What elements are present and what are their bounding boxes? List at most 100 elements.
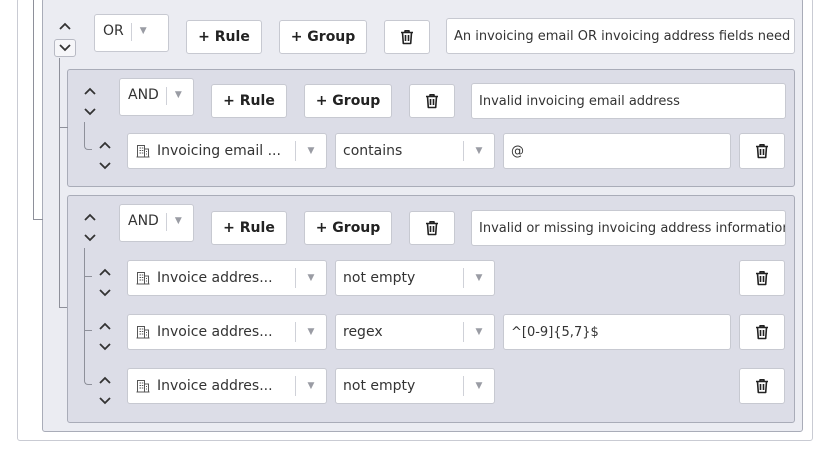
value-input[interactable]: ^[0-9]{5,7}$ <box>503 314 731 350</box>
add-rule-button[interactable]: + Rule <box>211 84 287 118</box>
trash-icon <box>756 144 768 159</box>
operator-label: contains <box>343 143 403 159</box>
caret-down-icon: ▼ <box>307 381 315 391</box>
combinator-select[interactable]: AND ▼ <box>119 204 194 242</box>
chevron-down-icon <box>84 234 96 242</box>
select-separator <box>130 23 132 41</box>
chevron-down-icon <box>99 289 111 297</box>
operator-label: not empty <box>343 378 416 394</box>
move-up-button[interactable] <box>94 317 116 335</box>
delete-rule-button[interactable] <box>739 368 785 404</box>
caret-down-icon: ▼ <box>475 381 483 391</box>
operator-select[interactable]: not empty ▼ <box>335 260 495 296</box>
caret-down-icon: ▼ <box>307 327 315 337</box>
field-label: Invoice addres... <box>157 270 273 286</box>
building-icon <box>136 272 150 285</box>
move-up-button[interactable] <box>94 263 116 281</box>
chevron-up-icon <box>99 141 111 149</box>
rule-connector <box>84 248 85 363</box>
select-separator <box>165 213 167 231</box>
trash-icon <box>756 271 768 286</box>
value-input[interactable]: @ <box>503 133 731 169</box>
move-down-button[interactable] <box>94 284 116 302</box>
move-down-button[interactable] <box>79 103 101 121</box>
chevron-up-icon <box>59 22 71 30</box>
field-select[interactable]: Invoicing email ... ▼ <box>127 133 327 169</box>
building-icon <box>136 326 150 339</box>
delete-group-button[interactable] <box>409 84 455 118</box>
move-down-button[interactable] <box>94 392 116 410</box>
delete-rule-button[interactable] <box>739 133 785 169</box>
chevron-up-icon <box>99 322 111 330</box>
delete-rule-button[interactable] <box>739 260 785 296</box>
caret-down-icon: ▼ <box>307 146 315 156</box>
move-down-button[interactable] <box>54 39 76 57</box>
move-up-button[interactable] <box>94 136 116 154</box>
trash-icon <box>426 221 438 236</box>
combinator-value: OR <box>103 23 124 39</box>
root-connector-end <box>33 219 43 220</box>
rule-connector-branch <box>84 330 92 331</box>
add-rule-button[interactable]: + Rule <box>186 20 262 54</box>
chevron-down-icon <box>99 343 111 351</box>
rule-connector <box>84 122 92 150</box>
root-connector <box>33 0 34 220</box>
move-up-button[interactable] <box>54 17 76 35</box>
caret-down-icon: ▼ <box>174 216 182 226</box>
add-group-button[interactable]: + Group <box>279 20 367 54</box>
chevron-up-icon <box>99 376 111 384</box>
delete-group-button[interactable] <box>384 20 430 54</box>
delete-group-button[interactable] <box>409 211 455 245</box>
caret-down-icon: ▼ <box>475 146 483 156</box>
operator-select[interactable]: regex ▼ <box>335 314 495 350</box>
combinator-value: AND <box>128 87 159 103</box>
combinator-select[interactable]: OR ▼ <box>94 14 169 52</box>
operator-label: regex <box>343 324 383 340</box>
field-label: Invoice addres... <box>157 378 273 394</box>
building-icon <box>136 380 150 393</box>
chevron-down-icon <box>99 397 111 405</box>
combinator-value: AND <box>128 213 159 229</box>
caret-down-icon: ▼ <box>475 327 483 337</box>
trash-icon <box>756 379 768 394</box>
add-group-button[interactable]: + Group <box>304 211 392 245</box>
field-label: Invoicing email ... <box>157 143 281 159</box>
building-icon <box>136 145 150 158</box>
delete-rule-button[interactable] <box>739 314 785 350</box>
move-up-button[interactable] <box>94 371 116 389</box>
trash-icon <box>756 325 768 340</box>
move-down-button[interactable] <box>94 338 116 356</box>
combinator-select[interactable]: AND ▼ <box>119 78 194 116</box>
operator-label: not empty <box>343 270 416 286</box>
operator-select[interactable]: contains ▼ <box>335 133 495 169</box>
group-connector <box>59 58 60 308</box>
group-description-input[interactable]: Invalid invoicing email address <box>471 83 786 119</box>
chevron-up-icon <box>84 213 96 221</box>
chevron-up-icon <box>84 87 96 95</box>
trash-icon <box>401 30 413 45</box>
group-connector-branch <box>59 127 68 128</box>
caret-down-icon: ▼ <box>307 273 315 283</box>
rule-connector-end <box>84 360 92 385</box>
add-group-button[interactable]: + Group <box>304 84 392 118</box>
group-description-input[interactable]: Invalid or missing invoicing address inf… <box>471 210 786 246</box>
move-down-button[interactable] <box>79 229 101 247</box>
move-up-button[interactable] <box>79 208 101 226</box>
group-description-input[interactable]: An invoicing email OR invoicing address … <box>446 18 795 54</box>
field-label: Invoice addres... <box>157 324 273 340</box>
field-select[interactable]: Invoice addres... ▼ <box>127 260 327 296</box>
field-select[interactable]: Invoice addres... ▼ <box>127 314 327 350</box>
rule-connector-branch <box>84 276 92 277</box>
chevron-down-icon <box>59 44 71 52</box>
chevron-up-icon <box>99 268 111 276</box>
add-rule-button[interactable]: + Rule <box>211 211 287 245</box>
move-up-button[interactable] <box>79 82 101 100</box>
move-down-button[interactable] <box>94 157 116 175</box>
chevron-down-icon <box>99 162 111 170</box>
operator-select[interactable]: not empty ▼ <box>335 368 495 404</box>
caret-down-icon: ▼ <box>139 26 147 36</box>
caret-down-icon: ▼ <box>174 90 182 100</box>
trash-icon <box>426 94 438 109</box>
field-select[interactable]: Invoice addres... ▼ <box>127 368 327 404</box>
chevron-down-icon <box>84 108 96 116</box>
